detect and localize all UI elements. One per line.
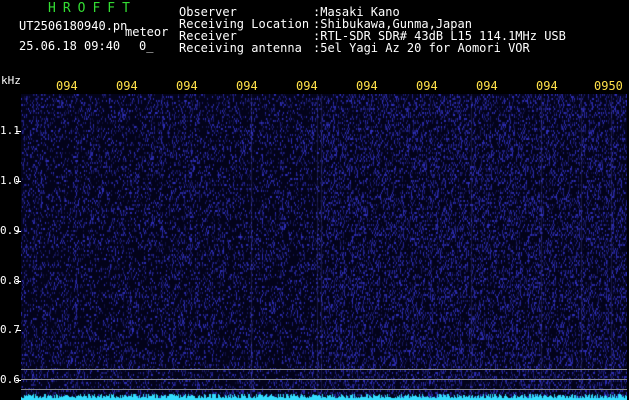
time-tick: 094 (416, 79, 438, 93)
freq-tick-mark (16, 131, 21, 132)
freq-tick-mark (16, 380, 21, 381)
freq-tick-mark (16, 281, 21, 282)
time-tick: 094 (356, 79, 378, 93)
freq-tick-mark (16, 181, 21, 182)
freq-tick-mark (16, 330, 21, 331)
reference-line (21, 379, 627, 380)
time-tick: 094 (176, 79, 198, 93)
reference-line (21, 389, 627, 390)
time-tick: 094 (116, 79, 138, 93)
time-tick: 0950 (594, 79, 623, 93)
app-title: HROFFT (48, 1, 137, 16)
datetime-label: 25.06.18 09:40 (19, 39, 121, 53)
time-tick: 094 (296, 79, 318, 93)
time-tick: 094 (476, 79, 498, 93)
unit-label: kHz (1, 74, 21, 87)
spectrogram-canvas (21, 94, 627, 400)
signal-baseline (21, 393, 627, 400)
time-tick: 094 (56, 79, 78, 93)
time-tick: 094 (236, 79, 258, 93)
freq-tick-mark (16, 231, 21, 232)
time-tick: 094 (536, 79, 558, 93)
reference-line (21, 369, 627, 370)
antenna-label: Receiving antenna (179, 41, 302, 55)
detector-label: meteor (125, 25, 169, 39)
count-label: 0_ (139, 39, 154, 53)
file-name: UT2506180940.pn (19, 19, 128, 33)
antenna-value: :5el Yagi Az 20 for Aomori VOR (313, 41, 530, 55)
spectrogram (21, 94, 627, 400)
